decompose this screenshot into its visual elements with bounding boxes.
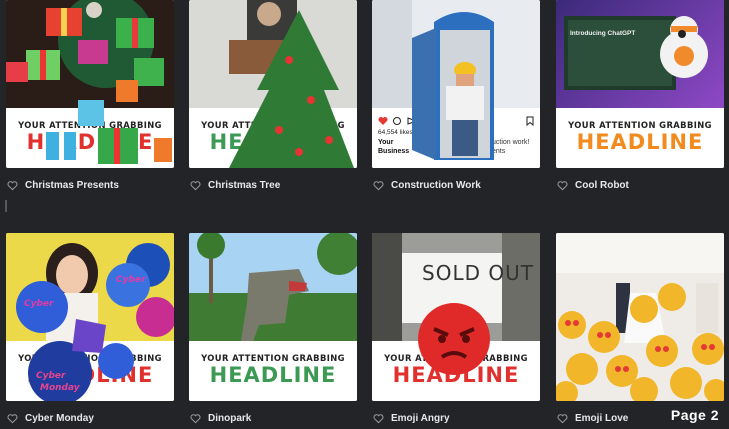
headline-big-text: Headline bbox=[209, 363, 337, 387]
headline-big-text: Headline bbox=[26, 130, 154, 154]
heart-outline-icon[interactable] bbox=[373, 180, 384, 191]
template-card-cyber-monday[interactable]: Cyber Cyber Your attention grabbing Head… bbox=[6, 233, 174, 429]
template-thumbnail[interactable]: Your attention grabbing Headline bbox=[6, 0, 174, 168]
balloon-text: Cyber bbox=[36, 371, 66, 381]
template-caption: Dinopark bbox=[189, 407, 357, 429]
screen-title: Introducing ChatGPT bbox=[570, 30, 636, 37]
headline-small-text: Your attention grabbing bbox=[18, 120, 162, 130]
template-thumbnail[interactable]: SOLD OUT Your attention grabbing Headlin… bbox=[372, 233, 540, 401]
headline-small-text: Your attention grabbing bbox=[201, 353, 345, 363]
template-card-construction-work[interactable]: 64,554 likes Your Business uction work! … bbox=[372, 0, 540, 196]
template-thumbnail[interactable]: Cyber Cyber Your attention grabbing Head… bbox=[6, 233, 174, 401]
template-card-cool-robot[interactable]: Introducing ChatGPT Your attention grabb… bbox=[556, 0, 724, 196]
template-thumbnail[interactable]: Introducing ChatGPT Your attention grabb… bbox=[556, 0, 724, 168]
template-card-emoji-angry[interactable]: SOLD OUT Your attention grabbing Headlin… bbox=[372, 233, 540, 429]
angry-face-emoji bbox=[418, 303, 490, 375]
balloon-text: Monday bbox=[40, 383, 80, 393]
template-thumbnail[interactable] bbox=[556, 233, 724, 401]
balloon-overlay-illustration bbox=[28, 319, 134, 401]
headline-big-text: Headline bbox=[576, 130, 704, 154]
template-thumbnail[interactable]: Your attention grabbing Headline bbox=[189, 0, 357, 168]
template-card-dinopark[interactable]: Your attention grabbing Headline Dinopar… bbox=[189, 233, 357, 429]
template-caption: Cyber Monday bbox=[6, 407, 174, 429]
template-caption: Christmas Presents bbox=[6, 174, 174, 196]
template-caption: Construction Work bbox=[372, 174, 540, 196]
template-grid: Your attention grabbing Headline Christm… bbox=[0, 0, 729, 427]
heart-outline-icon[interactable] bbox=[557, 180, 568, 191]
headline-band: Your attention grabbing Headline bbox=[556, 108, 724, 168]
page-indicator: Page 2 bbox=[670, 407, 719, 423]
template-title[interactable]: Dinopark bbox=[208, 413, 251, 424]
template-caption: Emoji Angry bbox=[372, 407, 540, 429]
template-caption: Christmas Tree bbox=[189, 174, 357, 196]
template-title[interactable]: Christmas Presents bbox=[25, 180, 119, 191]
heart-outline-icon[interactable] bbox=[373, 413, 384, 424]
emoji-love-illustration bbox=[556, 233, 724, 401]
scroll-indicator bbox=[5, 200, 7, 212]
template-card-christmas-tree[interactable]: Your attention grabbing Headline Christm… bbox=[189, 0, 357, 196]
portable-toilet-illustration bbox=[412, 12, 494, 160]
headline-band: Your attention grabbing Headline bbox=[189, 341, 357, 401]
template-title[interactable]: Cyber Monday bbox=[25, 413, 94, 424]
template-title[interactable]: Christmas Tree bbox=[208, 180, 280, 191]
heart-outline-icon[interactable] bbox=[190, 180, 201, 191]
template-card-christmas-presents[interactable]: Your attention grabbing Headline Christm… bbox=[6, 0, 174, 196]
template-card-emoji-love[interactable]: Emoji Love bbox=[556, 233, 724, 429]
template-title[interactable]: Emoji Angry bbox=[391, 413, 450, 424]
template-thumbnail[interactable]: 64,554 likes Your Business uction work! … bbox=[372, 0, 540, 168]
heart-outline-icon[interactable] bbox=[7, 180, 18, 191]
template-caption: Cool Robot bbox=[556, 174, 724, 196]
heart-outline-icon[interactable] bbox=[7, 413, 18, 424]
template-title[interactable]: Cool Robot bbox=[575, 180, 629, 191]
heart-outline-icon[interactable] bbox=[557, 413, 568, 424]
heart-outline-icon[interactable] bbox=[190, 413, 201, 424]
template-title[interactable]: Construction Work bbox=[391, 180, 481, 191]
template-thumbnail[interactable]: Your attention grabbing Headline bbox=[189, 233, 357, 401]
template-title[interactable]: Emoji Love bbox=[575, 413, 628, 424]
headline-small-text: Your attention grabbing bbox=[568, 120, 712, 130]
tree-overlay-illustration bbox=[229, 10, 354, 168]
headline-band: Your attention grabbing Headline bbox=[6, 108, 174, 168]
